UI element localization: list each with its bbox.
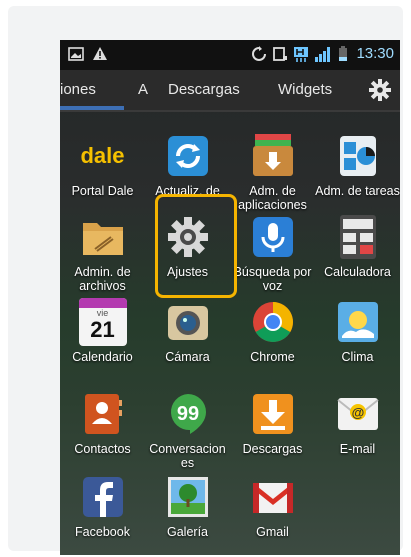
tab-label: A xyxy=(138,81,149,98)
app-chrome[interactable]: Chrome xyxy=(230,298,315,364)
app-label: Adm. de tareas xyxy=(315,184,400,198)
task-manager-icon xyxy=(334,132,382,180)
tab-aplicaciones[interactable]: iones xyxy=(60,70,124,110)
app-calculadora[interactable]: Calculadora xyxy=(315,213,400,279)
camera-icon xyxy=(164,298,212,346)
app-label: Conversaciones xyxy=(149,442,226,470)
app-conversaciones[interactable]: 99 Conversaciones xyxy=(145,390,230,470)
gmail-icon xyxy=(249,473,297,521)
app-label: Descargas xyxy=(242,442,303,456)
facebook-icon xyxy=(79,473,127,521)
ajustes-highlight-box xyxy=(155,194,237,298)
screen-icon xyxy=(68,47,84,61)
weather-icon xyxy=(334,298,382,346)
nfc-icon xyxy=(273,46,288,61)
app-label: Búsqueda por voz xyxy=(233,265,312,293)
dale-icon: dale xyxy=(79,132,127,180)
app-busqueda-voz[interactable]: Búsqueda por voz xyxy=(230,213,315,293)
app-label: Contactos xyxy=(74,442,131,456)
microphone-icon xyxy=(249,213,297,261)
folder-icon xyxy=(79,213,127,261)
app-admin-archivos[interactable]: Admin. de archivos xyxy=(60,213,145,293)
tab-bar: iones A Descargas Widgets xyxy=(60,70,400,112)
status-bar: 13:30 xyxy=(60,40,400,70)
app-label: Calculadora xyxy=(324,265,391,279)
tab-label: iones xyxy=(60,81,96,98)
app-descargas[interactable]: Descargas xyxy=(230,390,315,456)
download-icon xyxy=(249,390,297,438)
app-galeria[interactable]: Galería xyxy=(145,473,230,539)
app-label: Facebook xyxy=(75,525,130,539)
app-contactos[interactable]: Contactos xyxy=(60,390,145,456)
tab-label: Widgets xyxy=(278,81,333,98)
chrome-icon xyxy=(249,298,297,346)
svg-text:99: 99 xyxy=(176,403,198,425)
app-clima[interactable]: Clima xyxy=(315,298,400,364)
app-label: E-mail xyxy=(339,442,376,456)
app-label: Clima xyxy=(341,350,374,364)
svg-text:@: @ xyxy=(351,405,364,420)
hangouts-icon: 99 xyxy=(164,390,212,438)
app-label: Portal Dale xyxy=(71,184,134,198)
calendar-icon: vie 21 xyxy=(78,298,127,346)
battery-icon xyxy=(339,45,348,61)
h-network-icon xyxy=(294,46,309,62)
app-manager-icon xyxy=(249,132,297,180)
warning-icon xyxy=(93,47,107,60)
sync-icon xyxy=(252,45,267,61)
app-facebook[interactable]: Facebook xyxy=(60,473,145,539)
contacts-icon xyxy=(79,390,127,438)
tab-apps-partial[interactable]: A xyxy=(138,70,148,110)
app-portal-dale[interactable]: dale Portal Dale xyxy=(60,132,145,198)
app-label: Calendario xyxy=(72,350,133,364)
app-actualizaciones[interactable]: Actualiz. de xyxy=(145,132,230,198)
app-calendario[interactable]: vie 21 Calendario xyxy=(60,298,145,364)
calculator-icon xyxy=(334,213,382,261)
signal-icon xyxy=(315,46,331,62)
tab-widgets[interactable]: Widgets xyxy=(278,70,332,110)
tab-label: Descargas xyxy=(168,81,240,98)
app-adm-tareas[interactable]: Adm. de tareas xyxy=(315,132,400,198)
calendar-day-number: 21 xyxy=(90,317,115,342)
email-icon: @ xyxy=(334,390,382,438)
app-label: Cámara xyxy=(165,350,210,364)
settings-gear-icon[interactable] xyxy=(368,78,392,102)
gallery-icon xyxy=(164,473,212,521)
app-adm-aplicaciones[interactable]: Adm. de aplicaciones xyxy=(230,132,315,212)
clock: 13:30 xyxy=(356,45,394,62)
app-label: Adm. de aplicaciones xyxy=(238,184,307,212)
dale-logo-text: dale xyxy=(80,143,125,168)
app-label: Chrome xyxy=(250,350,295,364)
app-email[interactable]: @ E-mail xyxy=(315,390,400,456)
app-label: Galería xyxy=(167,525,208,539)
app-label: Gmail xyxy=(256,525,289,539)
tab-descargas[interactable]: Descargas xyxy=(168,70,240,110)
app-camara[interactable]: Cámara xyxy=(145,298,230,364)
app-label: Admin. de archivos xyxy=(74,265,131,293)
update-icon xyxy=(164,132,212,180)
app-gmail[interactable]: Gmail xyxy=(230,473,315,539)
phone-screen: 13:30 iones A Descargas Widgets dale Por… xyxy=(60,40,400,555)
